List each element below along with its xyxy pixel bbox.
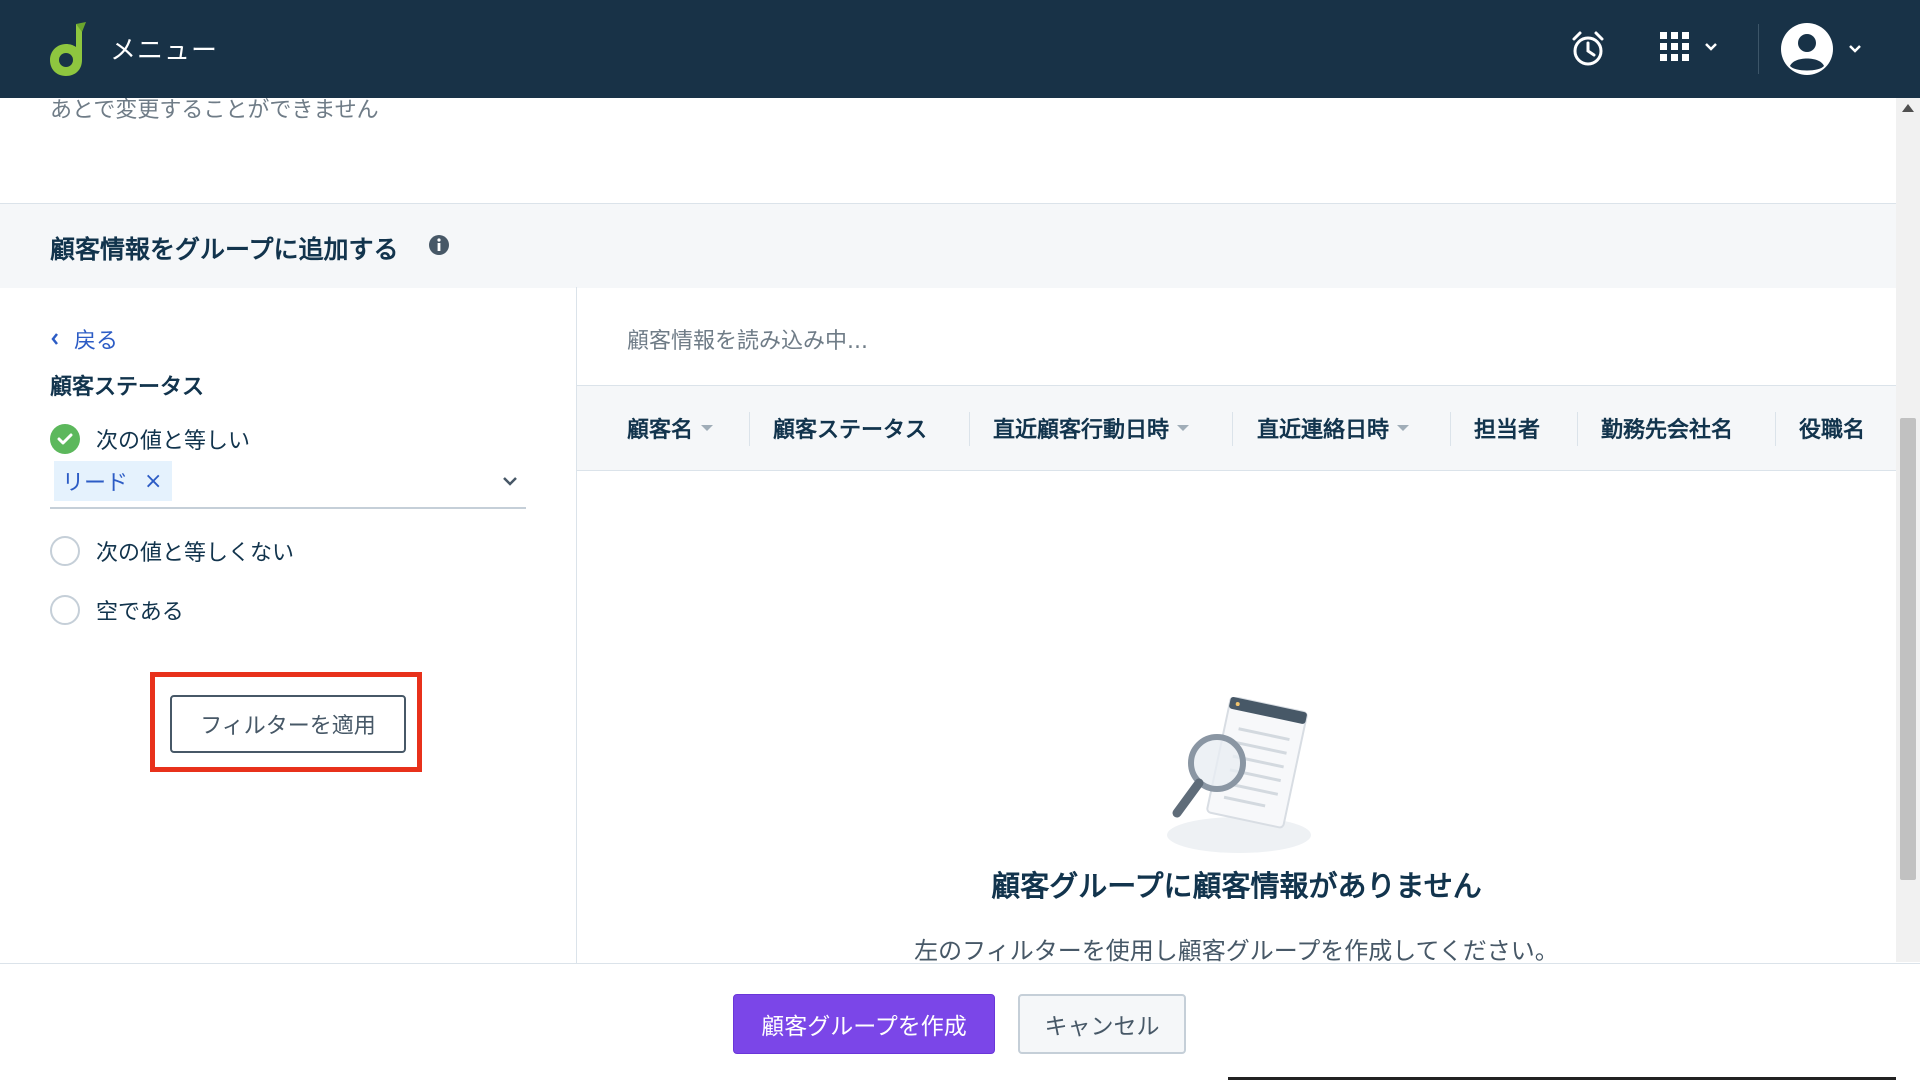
column-separator: [1775, 412, 1776, 446]
filter-title: 顧客ステータス: [50, 375, 205, 400]
radio-is-empty[interactable]: 空である: [50, 594, 184, 626]
empty-state-subtitle: 左のフィルターを使用し顧客グループを作成してください。: [914, 937, 1559, 965]
section-header: 顧客情報をグループに追加する: [0, 203, 1896, 288]
apps-menu-button[interactable]: [1660, 32, 1718, 62]
filter-panel: 戻る 顧客ステータス 次の値と等しい リード × 次の値と等しくない 空である …: [0, 287, 577, 963]
column-header-last-activity[interactable]: 直近顧客行動日時: [993, 386, 1190, 470]
radio-label: 次の値と等しい: [96, 429, 251, 454]
column-separator: [1232, 412, 1233, 446]
column-header-company[interactable]: 勤務先会社名: [1601, 386, 1733, 470]
column-header-job-title[interactable]: 役職名: [1799, 386, 1865, 470]
apps-grid-icon: [1660, 32, 1689, 61]
column-header-name[interactable]: 顧客名: [627, 386, 714, 470]
alarm-clock-icon: [1572, 31, 1604, 66]
sort-caret-icon: [701, 425, 714, 431]
column-header-last-contact[interactable]: 直近連絡日時: [1257, 386, 1410, 470]
profile-menu-button[interactable]: [1780, 22, 1862, 76]
radio-unchecked[interactable]: [50, 595, 80, 625]
chevron-down-icon: [1849, 45, 1861, 53]
alarm-button[interactable]: [1570, 30, 1606, 68]
status-select[interactable]: リード ×: [50, 457, 526, 509]
scroll-up-arrow-icon[interactable]: [1902, 104, 1914, 112]
column-separator: [1450, 412, 1451, 446]
back-link-label: 戻る: [74, 329, 119, 354]
apply-filter-button[interactable]: フィルターを適用: [170, 695, 406, 753]
checkmark-icon: [57, 433, 73, 445]
section-title: 顧客情報をグループに追加する: [50, 235, 399, 264]
sort-caret-icon: [1397, 425, 1410, 431]
radio-label: 次の値と等しくない: [96, 541, 295, 566]
radio-checked[interactable]: [50, 424, 80, 454]
column-label: 勤務先会社名: [1601, 418, 1734, 443]
column-header-owner[interactable]: 担当者: [1474, 386, 1540, 470]
results-panel: 顧客情報を読み込み中... 顧客名 顧客ステータス 直近顧客行動日時 直近連絡日…: [577, 287, 1896, 965]
info-icon[interactable]: [428, 234, 450, 256]
column-separator: [969, 412, 970, 446]
radio-not-equals[interactable]: 次の値と等しくない: [50, 535, 294, 567]
loading-text: 顧客情報を読み込み中...: [627, 329, 868, 354]
scrollbar-thumb[interactable]: [1900, 418, 1916, 880]
column-label: 顧客名: [627, 418, 694, 443]
top-nav-bar: メニュー: [0, 0, 1920, 98]
logo-icon[interactable]: [46, 22, 90, 78]
selected-chip: リード ×: [54, 461, 173, 501]
chip-remove-button[interactable]: ×: [144, 469, 162, 494]
cancel-button[interactable]: キャンセル: [1018, 994, 1186, 1054]
empty-state-title: 顧客グループに顧客情報がありません: [991, 869, 1482, 903]
user-avatar-icon: [1781, 23, 1833, 75]
chevron-left-icon: [51, 333, 58, 345]
sort-caret-icon: [1177, 425, 1190, 431]
radio-label: 空である: [96, 600, 184, 625]
column-label: 担当者: [1474, 418, 1541, 443]
column-separator: [749, 412, 750, 446]
empty-search-illustration-icon: [1167, 697, 1311, 853]
chevron-down-icon[interactable]: [502, 475, 518, 487]
chevron-down-icon: [1705, 43, 1717, 51]
nav-divider: [1758, 24, 1759, 74]
column-separator: [1577, 412, 1578, 446]
chip-label: リード: [62, 471, 129, 496]
table-header: 顧客名 顧客ステータス 直近顧客行動日時 直近連絡日時 担当者 勤務先会社名 役…: [577, 385, 1896, 471]
create-group-button[interactable]: 顧客グループを作成: [733, 994, 995, 1054]
column-label: 直近連絡日時: [1257, 418, 1390, 443]
column-header-status[interactable]: 顧客ステータス: [773, 386, 927, 470]
back-link[interactable]: 戻る: [50, 323, 118, 355]
column-label: 役職名: [1799, 418, 1866, 443]
column-label: 直近顧客行動日時: [993, 418, 1170, 443]
radio-equals[interactable]: 次の値と等しい: [50, 423, 250, 455]
radio-unchecked[interactable]: [50, 536, 80, 566]
column-label: 顧客ステータス: [773, 418, 928, 443]
menu-label[interactable]: メニュー: [110, 30, 218, 67]
footer-actions: 顧客グループを作成 キャンセル: [0, 963, 1920, 1081]
